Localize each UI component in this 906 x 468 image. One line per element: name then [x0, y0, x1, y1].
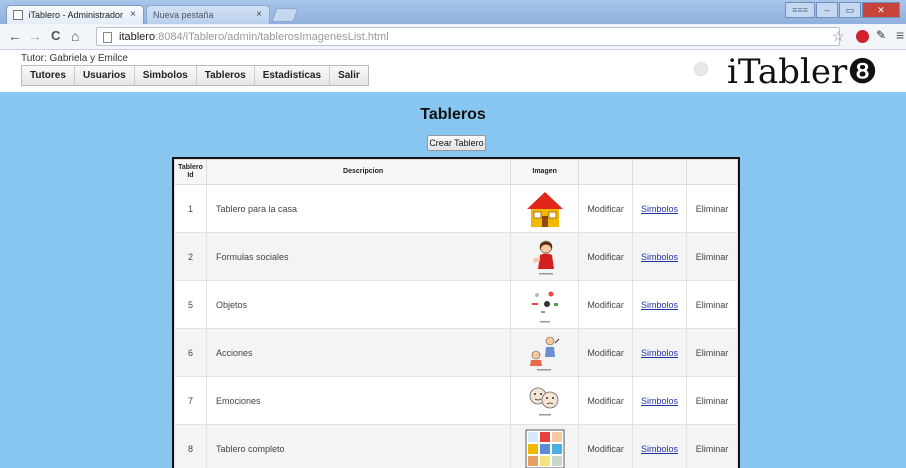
- tab-label: iTablero - Administrador: [28, 10, 124, 20]
- objects-icon: [531, 291, 558, 322]
- user-profile-icon[interactable]: ≡≡≡: [785, 2, 815, 18]
- symbols-link[interactable]: Simbolos: [641, 204, 678, 214]
- delete-link[interactable]: Eliminar: [685, 424, 739, 468]
- close-window-icon[interactable]: ✕: [862, 2, 900, 18]
- table-row: 8 Tablero completo Modificar Simbolos El…: [174, 424, 739, 468]
- address-bar[interactable]: itablero:8084/iTablero/admin/tablerosIma…: [96, 27, 840, 46]
- menu-item-usuarios[interactable]: Usuarios: [75, 66, 135, 85]
- tab-close-icon[interactable]: ×: [256, 9, 262, 20]
- row-id: 7: [174, 376, 207, 425]
- delete-link[interactable]: Eliminar: [685, 376, 739, 425]
- minimize-icon[interactable]: –: [816, 2, 838, 18]
- browser-navbar: ← → C ⌂ itablero:8084/iTablero/admin/tab…: [0, 24, 906, 50]
- modify-link[interactable]: Modificar: [578, 184, 634, 233]
- modify-link[interactable]: Modificar: [578, 328, 634, 377]
- menu-item-simbolos[interactable]: Simbolos: [135, 66, 197, 85]
- delete-link[interactable]: Eliminar: [685, 280, 739, 329]
- row-id: 8: [174, 424, 207, 468]
- row-id: 2: [174, 232, 207, 281]
- tab-itablero[interactable]: iTablero - Administrador ×: [6, 5, 144, 24]
- table-row: 2 Formulas sociales Modificar Simbolos E…: [174, 232, 739, 281]
- table-header-row: Tablero Id Descripcion Imagen: [174, 159, 739, 185]
- window-controls: ≡≡≡ – ▭ ✕: [785, 2, 900, 18]
- symbols-link[interactable]: Simbolos: [641, 252, 678, 262]
- bookmark-star-icon[interactable]: ☆: [832, 28, 845, 45]
- adblock-icon[interactable]: [856, 30, 869, 43]
- menu-item-salir[interactable]: Salir: [330, 66, 368, 85]
- forward-icon[interactable]: →: [28, 28, 42, 44]
- column-header-description: Descripcion: [205, 159, 512, 185]
- new-tab-button[interactable]: [271, 8, 299, 22]
- row-description: Tablero para la casa: [205, 184, 512, 233]
- reload-icon[interactable]: C: [51, 28, 60, 43]
- row-description: Formulas sociales: [205, 232, 512, 281]
- emotions-icon: [529, 387, 559, 415]
- tableros-table: Tablero Id Descripcion Imagen 1 Tablero p…: [174, 159, 739, 468]
- url-domain: itablero: [119, 31, 156, 43]
- column-header-id: Tablero Id: [174, 159, 207, 185]
- delete-link[interactable]: Eliminar: [685, 232, 739, 281]
- symbols-link[interactable]: Simbolos: [641, 444, 678, 454]
- browser-menu-icon[interactable]: ≡: [896, 27, 904, 43]
- tutor-label: Tutor: Gabriela y Emilce: [21, 53, 128, 64]
- row-description: Tablero completo: [205, 424, 512, 468]
- grid-icon: [525, 429, 565, 468]
- create-tablero-button[interactable]: Crear Tablero: [427, 135, 486, 151]
- row-description: Emociones: [205, 376, 512, 425]
- table-row: 7 Emociones Modificar Simbolos Eliminar: [174, 376, 739, 425]
- itablero-logo: iTabler❽: [727, 52, 878, 92]
- table-row: 1 Tablero para la casa Modificar Simbolo…: [174, 184, 739, 233]
- tab-label: Nueva pestaña: [153, 10, 214, 20]
- tab-new[interactable]: Nueva pestaña ×: [146, 5, 270, 24]
- delete-link[interactable]: Eliminar: [685, 184, 739, 233]
- modify-link[interactable]: Modificar: [578, 232, 634, 281]
- page-header: Tutor: Gabriela y Emilce Tutores Usuario…: [0, 50, 906, 92]
- logo-glyph-icon: ❽: [847, 52, 878, 92]
- logo-text: iTabler: [727, 52, 848, 92]
- page-favicon-icon: [13, 10, 23, 20]
- delete-link[interactable]: Eliminar: [685, 328, 739, 377]
- back-icon[interactable]: ←: [8, 28, 22, 44]
- page-icon: [103, 32, 112, 43]
- url-path: :8084/iTablero/admin/tablerosImagenesLis…: [155, 31, 389, 43]
- menu-item-tableros[interactable]: Tableros: [197, 66, 255, 85]
- table-row: 5 Objetos Modificar Simbolos Eliminar: [174, 280, 739, 329]
- modify-link[interactable]: Modificar: [578, 376, 634, 425]
- symbols-link[interactable]: Simbolos: [641, 348, 678, 358]
- row-description: Objetos: [205, 280, 512, 329]
- tab-close-icon[interactable]: ×: [130, 9, 136, 20]
- main-content: Tableros Crear Tablero Tablero Id Descrip…: [0, 92, 906, 468]
- menu-item-estadisticas[interactable]: Estadisticas: [255, 66, 331, 85]
- column-header-delete: [685, 159, 739, 185]
- main-menu: Tutores Usuarios Simbolos Tableros Estad…: [21, 65, 369, 86]
- house-icon: [526, 191, 563, 227]
- decorative-dot-icon: [694, 62, 708, 76]
- page-title: Tableros: [420, 106, 486, 123]
- table-row: 6 Acciones Modificar Simbolos Eliminar: [174, 328, 739, 377]
- row-id: 1: [174, 184, 207, 233]
- menu-item-tutores[interactable]: Tutores: [22, 66, 75, 85]
- pencil-icon[interactable]: ✎: [876, 28, 886, 42]
- actions-icon: [529, 336, 560, 370]
- tableros-table-wrapper: Tablero Id Descripcion Imagen 1 Tablero p…: [172, 157, 740, 468]
- symbols-link[interactable]: Simbolos: [641, 396, 678, 406]
- browser-titlebar: iTablero - Administrador × Nueva pestaña…: [0, 0, 906, 24]
- row-id: 6: [174, 328, 207, 377]
- column-header-symbols: [632, 159, 687, 185]
- row-description: Acciones: [205, 328, 512, 377]
- column-header-modify: [578, 159, 634, 185]
- person-icon: [532, 240, 554, 274]
- symbols-link[interactable]: Simbolos: [641, 300, 678, 310]
- row-id: 5: [174, 280, 207, 329]
- maximize-icon[interactable]: ▭: [839, 2, 861, 18]
- column-header-image: Imagen: [510, 159, 580, 185]
- home-icon[interactable]: ⌂: [71, 28, 79, 44]
- modify-link[interactable]: Modificar: [578, 424, 634, 468]
- modify-link[interactable]: Modificar: [578, 280, 634, 329]
